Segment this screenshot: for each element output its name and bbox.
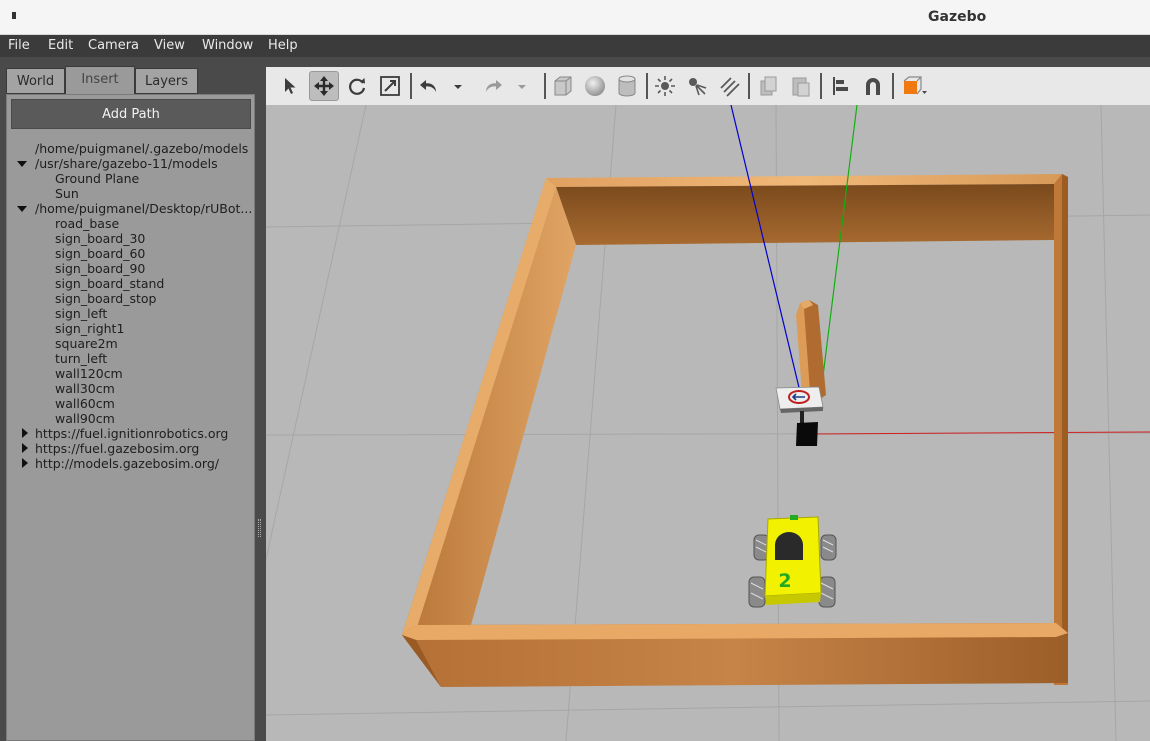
left-panel: World Insert Layers Add Path /home/puigm… — [0, 57, 262, 741]
model-item[interactable]: wall60cm — [55, 396, 115, 411]
3d-viewport[interactable]: 2 — [266, 105, 1150, 741]
align-icon[interactable] — [826, 71, 856, 101]
model-path-2[interactable]: /home/puigmanel/Desktop/rUBot... — [35, 201, 252, 216]
model-item[interactable]: wall30cm — [55, 381, 115, 396]
expand-right-icon[interactable] — [22, 443, 28, 453]
model-item[interactable]: square2m — [55, 336, 118, 351]
axis-z — [730, 105, 803, 401]
wall-right — [1054, 174, 1068, 685]
panel-splitter-handle[interactable] — [258, 519, 261, 537]
expand-down-icon[interactable] — [17, 161, 27, 167]
robot: 2 — [748, 515, 837, 608]
menu-view[interactable]: View — [154, 38, 185, 53]
redo-history-icon[interactable] — [512, 71, 532, 101]
axis-y — [819, 105, 858, 401]
toolbar-separator — [544, 73, 546, 99]
tab-layers[interactable]: Layers — [135, 68, 198, 94]
add-path-button[interactable]: Add Path — [11, 99, 251, 129]
wall-back — [546, 174, 1062, 245]
box-icon[interactable] — [548, 71, 578, 101]
menu-file[interactable]: File — [8, 38, 30, 53]
toolbar-separator — [892, 73, 894, 99]
model-item[interactable]: sign_board_stand — [55, 276, 164, 291]
model-path-3[interactable]: https://fuel.ignitionrobotics.org — [35, 426, 228, 441]
model-item[interactable]: sign_left — [55, 306, 107, 321]
select-arrow-icon[interactable] — [276, 71, 306, 101]
menu-edit[interactable]: Edit — [48, 38, 73, 53]
view-angle-icon[interactable] — [898, 71, 928, 101]
translate-icon[interactable] — [309, 71, 339, 101]
model-item[interactable]: turn_left — [55, 351, 107, 366]
model-item[interactable]: sign_board_stop — [55, 291, 156, 306]
model-path-4[interactable]: https://fuel.gazebosim.org — [35, 441, 199, 456]
tab-insert[interactable]: Insert — [65, 66, 135, 95]
menu-camera[interactable]: Camera — [88, 38, 139, 53]
model-item[interactable]: sign_right1 — [55, 321, 124, 336]
expand-down-icon[interactable] — [17, 206, 27, 212]
robot-number: 2 — [778, 570, 791, 592]
robot-wheel — [748, 576, 766, 608]
rotate-icon[interactable] — [342, 71, 372, 101]
model-item[interactable]: wall120cm — [55, 366, 123, 381]
wall-front — [402, 623, 1068, 687]
snap-icon[interactable] — [858, 71, 888, 101]
sign-board — [775, 386, 824, 446]
tab-world[interactable]: World — [6, 68, 65, 94]
scale-icon[interactable] — [375, 71, 405, 101]
insert-panel: Add Path /home/puigmanel/.gazebo/models /… — [6, 94, 255, 741]
toolbar-separator — [748, 73, 750, 99]
title-bar: Gazebo — [0, 0, 1150, 35]
toolbar-separator — [820, 73, 822, 99]
model-path-5[interactable]: http://models.gazebosim.org/ — [35, 456, 219, 471]
model-item[interactable]: sign_board_90 — [55, 261, 145, 276]
directional-light-icon[interactable] — [714, 71, 744, 101]
model-item[interactable]: road_base — [55, 216, 119, 231]
undo-history-icon[interactable] — [448, 71, 468, 101]
expand-right-icon[interactable] — [22, 458, 28, 468]
model-item[interactable]: wall90cm — [55, 411, 115, 426]
expand-right-icon[interactable] — [22, 428, 28, 438]
window-title: Gazebo — [928, 9, 987, 25]
model-item[interactable]: sign_board_30 — [55, 231, 145, 246]
cylinder-icon[interactable] — [612, 71, 642, 101]
toolbar-separator — [410, 73, 412, 99]
window-menu-icon[interactable] — [12, 12, 16, 19]
model-item[interactable]: Ground Plane — [55, 171, 139, 186]
redo-icon[interactable] — [478, 71, 508, 101]
model-path-0[interactable]: /home/puigmanel/.gazebo/models — [35, 141, 248, 156]
toolbar — [266, 67, 1150, 106]
toolbar-separator — [646, 73, 648, 99]
model-item[interactable]: sign_board_60 — [55, 246, 145, 261]
sphere-icon[interactable] — [580, 71, 610, 101]
menu-window[interactable]: Window — [202, 38, 253, 53]
spot-light-icon[interactable] — [682, 71, 712, 101]
model-item[interactable]: Sun — [55, 186, 79, 201]
copy-icon[interactable] — [754, 71, 784, 101]
menu-help[interactable]: Help — [268, 38, 298, 53]
undo-icon[interactable] — [414, 71, 444, 101]
wall-left — [402, 178, 576, 637]
paste-icon[interactable] — [786, 71, 816, 101]
menu-bar: File Edit Camera View Window Help — [0, 35, 1150, 57]
scene-canvas: 2 — [266, 105, 1150, 741]
point-light-icon[interactable] — [650, 71, 680, 101]
model-path-1[interactable]: /usr/share/gazebo-11/models — [35, 156, 218, 171]
